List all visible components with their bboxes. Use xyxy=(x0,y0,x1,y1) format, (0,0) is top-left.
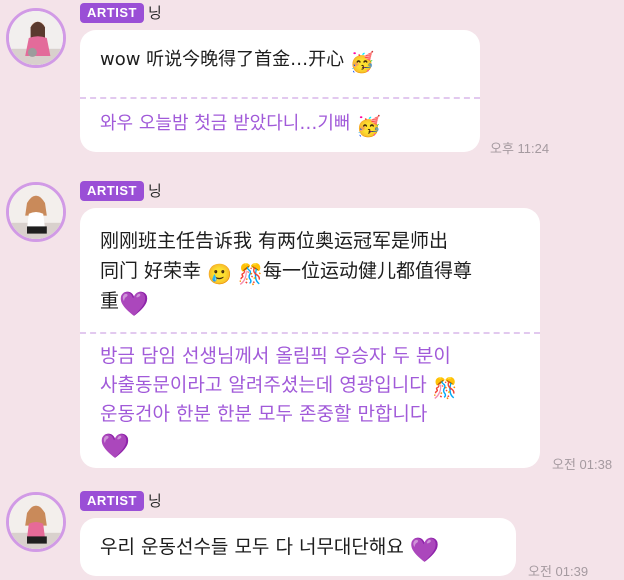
original-line-1: 刚刚班主任告诉我 有两位奥运冠军是师出 xyxy=(100,230,449,252)
translation-divider xyxy=(80,332,540,334)
timestamp: 오후 11:24 xyxy=(490,141,550,156)
translation-line-1: 방금 담임 선생님께서 올림픽 우승자 두 분이 xyxy=(100,345,451,367)
confetti-ball-emoji: 🎊 xyxy=(432,376,458,400)
sender-name: 닝 xyxy=(148,182,162,200)
artist-badge: ARTIST xyxy=(80,3,144,23)
timestamp: 오전 01:39 xyxy=(528,564,589,579)
message-bubble[interactable]: 우리 운동선수들 모두 다 너무대단해요 💜 xyxy=(80,518,516,576)
original-line-2: 同门 好荣幸 🥲 🎊每一位运动健儿都值得尊 xyxy=(100,256,472,286)
translation-line-3: 운동건아 한분 한분 모두 존중할 만합니다 xyxy=(100,403,428,425)
original-line-2-a: 同门 好荣幸 xyxy=(100,260,202,282)
original-line-3-text: 重 xyxy=(100,290,120,312)
original-line-2-b: 每一位运动健儿都值得尊 xyxy=(262,260,472,282)
timestamp: 오전 01:38 xyxy=(552,457,613,472)
sender-name: 닝 xyxy=(148,4,162,22)
translation-text: 와우 오늘밤 첫금 받았다니…기뻐 🥳 xyxy=(80,110,401,138)
message-bubble[interactable]: 刚刚班主任告诉我 有两位奥运冠军是师出 同门 好荣幸 🥲 🎊每一位运动健儿都值得… xyxy=(80,208,540,468)
translation-text-content: 와우 오늘밤 첫금 받았다니…기뻐 xyxy=(100,113,351,134)
purple-heart-emoji: 💜 xyxy=(409,536,440,564)
purple-heart-emoji: 💜 xyxy=(119,290,149,318)
original-text: 刚刚班主任告诉我 有两位奥运冠军是师出 同门 好荣幸 🥲 🎊每一位运动健儿都值得… xyxy=(80,226,492,316)
sender-name: 닝 xyxy=(148,492,162,510)
smiling-tear-emoji: 🥲 xyxy=(207,262,232,286)
translation-text: 방금 담임 선생님께서 올림픽 우승자 두 분이 사출동문이라고 알려주셨는데 … xyxy=(80,342,478,458)
confetti-ball-emoji: 🎊 xyxy=(238,262,263,286)
party-face-emoji: 🥳 xyxy=(356,114,382,138)
party-face-emoji: 🥳 xyxy=(349,50,375,74)
purple-heart-emoji: 💜 xyxy=(100,432,130,460)
avatar[interactable] xyxy=(6,8,66,68)
message-bubble[interactable]: wow 听说今晚得了首金…开心 🥳 와우 오늘밤 첫금 받았다니…기뻐 🥳 xyxy=(80,30,480,152)
avatar[interactable] xyxy=(6,492,66,552)
translation-line-4: 💜 xyxy=(100,429,458,458)
original-text-content: wow 听说今晚得了首金…开心 xyxy=(100,49,345,70)
original-line-3: 重💜 xyxy=(100,286,472,316)
artist-badge: ARTIST xyxy=(80,181,144,201)
translation-line-2-text: 사출동문이라고 알려주셨는데 영광입니다 xyxy=(100,374,427,396)
avatar[interactable] xyxy=(6,182,66,242)
artist-badge: ARTIST xyxy=(80,491,144,511)
translation-line-2: 사출동문이라고 알려주셨는데 영광입니다 🎊 xyxy=(100,371,458,400)
translation-divider xyxy=(80,97,480,99)
original-text: 우리 운동선수들 모두 다 너무대단해요 💜 xyxy=(80,533,460,564)
original-text-content: 우리 운동선수들 모두 다 너무대단해요 xyxy=(100,536,404,558)
original-text: wow 听说今晚得了首金…开心 🥳 xyxy=(80,46,395,74)
